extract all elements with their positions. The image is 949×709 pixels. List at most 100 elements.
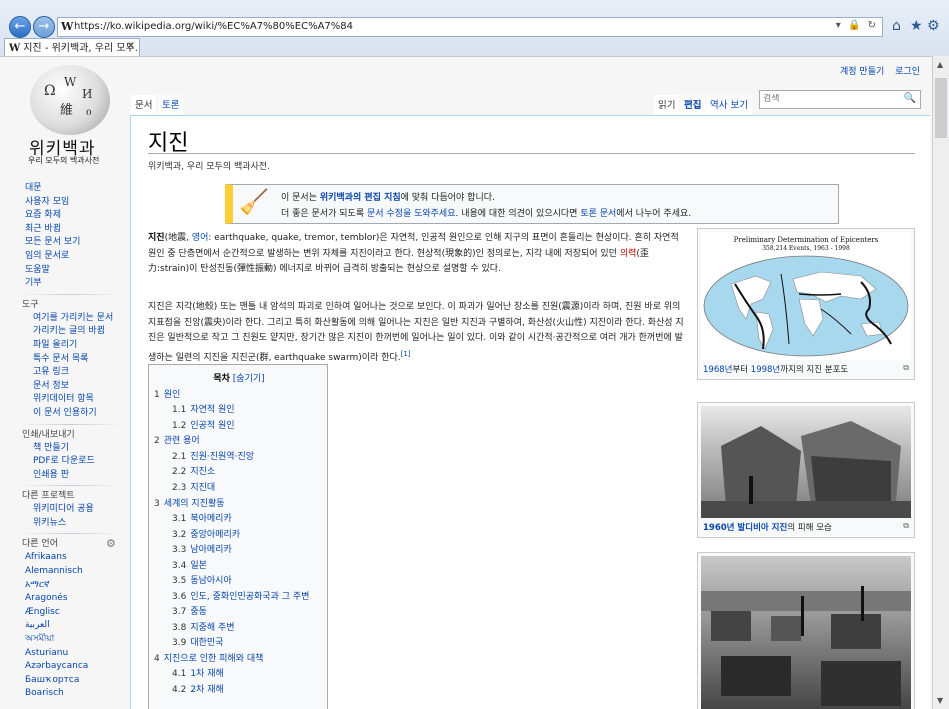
lang-item[interactable]: Aragonés — [0, 592, 130, 606]
toc-item-label[interactable]: 인도, 중화인민공화국과 그 주변 — [190, 592, 309, 602]
lang-item[interactable]: অসমীয়া — [0, 633, 130, 647]
ruined-city-photo[interactable] — [701, 556, 911, 709]
tab-edit[interactable]: 편집 — [680, 95, 706, 117]
toc-toggle-link[interactable]: [숨기기] — [233, 374, 265, 384]
toc-item[interactable]: 2 관련 용어 — [154, 433, 200, 446]
login-link[interactable]: 로그인 — [895, 67, 920, 77]
year-1998-link[interactable]: 1998년 — [751, 365, 780, 375]
lang-item[interactable]: Ænglisc — [0, 606, 130, 620]
lang-item[interactable]: Asturianu — [0, 647, 130, 661]
redlink-strain[interactable]: 의력 — [620, 249, 637, 259]
valdivia-damage-photo[interactable] — [701, 406, 911, 518]
toc-item-label[interactable]: 동남아시아 — [190, 576, 231, 586]
forward-button[interactable]: → — [33, 16, 55, 38]
sidebar-item-recent-changes[interactable]: 최근 바뀜 — [0, 223, 130, 237]
toc-item-label[interactable]: 인공적 원인 — [190, 421, 234, 431]
english-link[interactable]: 영어 — [192, 233, 209, 243]
toc-item[interactable]: 3.5 동남아시아 — [172, 573, 232, 586]
help-edit-link[interactable]: 문서 수정을 도와주세요 — [367, 209, 456, 219]
lang-item[interactable]: العربية — [0, 619, 130, 633]
toc-item-label[interactable]: 남아메리카 — [190, 545, 231, 555]
sidebar-item-whatlinkshere[interactable]: 여기를 가리키는 문서 — [0, 312, 130, 326]
toc-item-label[interactable]: 지중해 주변 — [190, 623, 234, 633]
sidebar-item-special-pages[interactable]: 특수 문서 목록 — [0, 353, 130, 367]
lang-item[interactable]: Afrikaans — [0, 551, 130, 565]
toc-item-label[interactable]: 북아메리카 — [190, 514, 231, 524]
toc-item[interactable]: 3.1 북아메리카 — [172, 511, 232, 524]
back-button[interactable]: ← — [9, 16, 31, 38]
sidebar-item-page-info[interactable]: 문서 정보 — [0, 380, 130, 394]
toc-item[interactable]: 3.3 남아메리카 — [172, 542, 232, 555]
sidebar-item-upload[interactable]: 파일 올리기 — [0, 339, 130, 353]
toc-item-label[interactable]: 원인 — [164, 390, 181, 400]
toc-item-label[interactable]: 일본 — [190, 561, 207, 571]
sidebar-item-cite[interactable]: 이 문서 인용하기 — [0, 407, 130, 421]
lang-item[interactable]: Boarisch — [0, 687, 130, 701]
sidebar-item-wikinews[interactable]: 위키뉴스 — [0, 517, 130, 531]
toc-item-label[interactable]: 2차 재해 — [190, 685, 223, 695]
page-scrollbar[interactable]: ▲ ▼ — [932, 56, 949, 709]
toc-item[interactable]: 4.1 1차 재해 — [172, 666, 224, 679]
language-settings-gear-icon[interactable]: ⚙ — [106, 537, 116, 550]
sidebar-item-random[interactable]: 임의 문서로 — [0, 250, 130, 264]
lang-item[interactable]: Башҡортса — [0, 674, 130, 688]
toc-item[interactable]: 2.3 지진대 — [172, 480, 215, 493]
sidebar-item-current-events[interactable]: 요즘 화제 — [0, 209, 130, 223]
toc-item[interactable]: 3 세계의 지진활동 — [154, 496, 225, 509]
url-text[interactable]: https://ko.wikipedia.org/wiki/%EC%A7%80%… — [74, 21, 353, 32]
address-controls[interactable]: ▾ 🔒 ↻ — [836, 20, 878, 31]
toc-item-label[interactable]: 1차 재해 — [190, 669, 223, 679]
favorites-star-icon[interactable]: ★ — [910, 18, 923, 34]
year-1968-link[interactable]: 1968년 — [703, 365, 732, 375]
toc-item-label[interactable]: 대한민국 — [190, 638, 223, 648]
toc-item[interactable]: 3.4 일본 — [172, 558, 207, 571]
tab-close-icon[interactable]: ✕ — [127, 41, 135, 52]
sidebar-item-wikidata[interactable]: 위키데이터 항목 — [0, 393, 130, 407]
lang-item[interactable]: Azərbaycanca — [0, 660, 130, 674]
search-box[interactable]: 🔍 — [759, 90, 921, 109]
search-icon[interactable]: 🔍 — [904, 93, 916, 104]
settings-gear-icon[interactable]: ⚙ — [927, 18, 940, 34]
sidebar-item-permalink[interactable]: 고유 링크 — [0, 366, 130, 380]
enlarge-icon[interactable]: ⧉ — [903, 521, 909, 531]
enlarge-icon[interactable]: ⧉ — [903, 363, 909, 373]
address-bar[interactable]: W https://ko.wikipedia.org/wiki/%EC%A7%8… — [57, 17, 883, 37]
toc-item[interactable]: 1 원인 — [154, 387, 180, 400]
sidebar-item-commons[interactable]: 위키미디어 공용 — [0, 503, 130, 517]
talk-page-link[interactable]: 토론 문서 — [580, 209, 616, 219]
sidebar-item-donate[interactable]: 기부 — [0, 277, 130, 291]
tab-history[interactable]: 역사 보기 — [706, 95, 752, 117]
tab-read[interactable]: 읽기 — [654, 95, 680, 117]
toc-item-label[interactable]: 중앙아메리카 — [190, 530, 240, 540]
lang-item[interactable]: Alemannisch — [0, 565, 130, 579]
toc-item-label[interactable]: 지진대 — [190, 483, 215, 493]
toc-item[interactable]: 3.6 인도, 중화인민공화국과 그 주변 — [172, 589, 309, 602]
create-account-link[interactable]: 계정 만들기 — [840, 67, 884, 77]
browser-tab[interactable]: W 지진 - 위키백과, 우리 모두... ✕ — [4, 38, 140, 56]
sidebar-item-all-pages[interactable]: 모든 문서 보기 — [0, 236, 130, 250]
scroll-down-arrow-icon[interactable]: ▼ — [937, 696, 943, 705]
scroll-up-arrow-icon[interactable]: ▲ — [937, 60, 943, 69]
reference-link[interactable]: [1] — [401, 350, 411, 358]
toc-item[interactable]: 3.7 중동 — [172, 604, 207, 617]
sidebar-item-main[interactable]: 대문 — [0, 182, 130, 196]
sidebar-item-help[interactable]: 도움말 — [0, 264, 130, 278]
toc-item[interactable]: 3.2 중앙아메리카 — [172, 527, 240, 540]
epicenter-map-image[interactable]: Preliminary Determination of Epicenters … — [701, 232, 911, 360]
sidebar-item-pdf[interactable]: PDF로 다운로드 — [0, 455, 130, 469]
toc-item-label[interactable]: 자연적 원인 — [190, 405, 234, 415]
toc-item[interactable]: 4 지진으로 인한 피해와 대책 — [154, 651, 263, 664]
tab-talk[interactable]: 토론 — [158, 95, 184, 117]
toc-item[interactable]: 3.8 지중해 주변 — [172, 620, 235, 633]
toc-item-label[interactable]: 지진소 — [190, 467, 215, 477]
toc-item[interactable]: 4.2 2차 재해 — [172, 682, 224, 695]
sidebar-item-book[interactable]: 책 만들기 — [0, 442, 130, 456]
toc-item-label[interactable]: 중동 — [190, 607, 207, 617]
toc-item-label[interactable]: 진원·진원역·진앙 — [190, 452, 254, 462]
toc-item[interactable]: 3.9 대한민국 — [172, 635, 223, 648]
tab-article[interactable]: 문서 — [131, 95, 157, 117]
sidebar-item-printable[interactable]: 인쇄용 판 — [0, 469, 130, 483]
search-input[interactable] — [763, 94, 903, 104]
wikipedia-globe-logo[interactable]: Ω W И 維 ი — [30, 65, 110, 135]
toc-item[interactable]: 1.1 자연적 원인 — [172, 402, 235, 415]
